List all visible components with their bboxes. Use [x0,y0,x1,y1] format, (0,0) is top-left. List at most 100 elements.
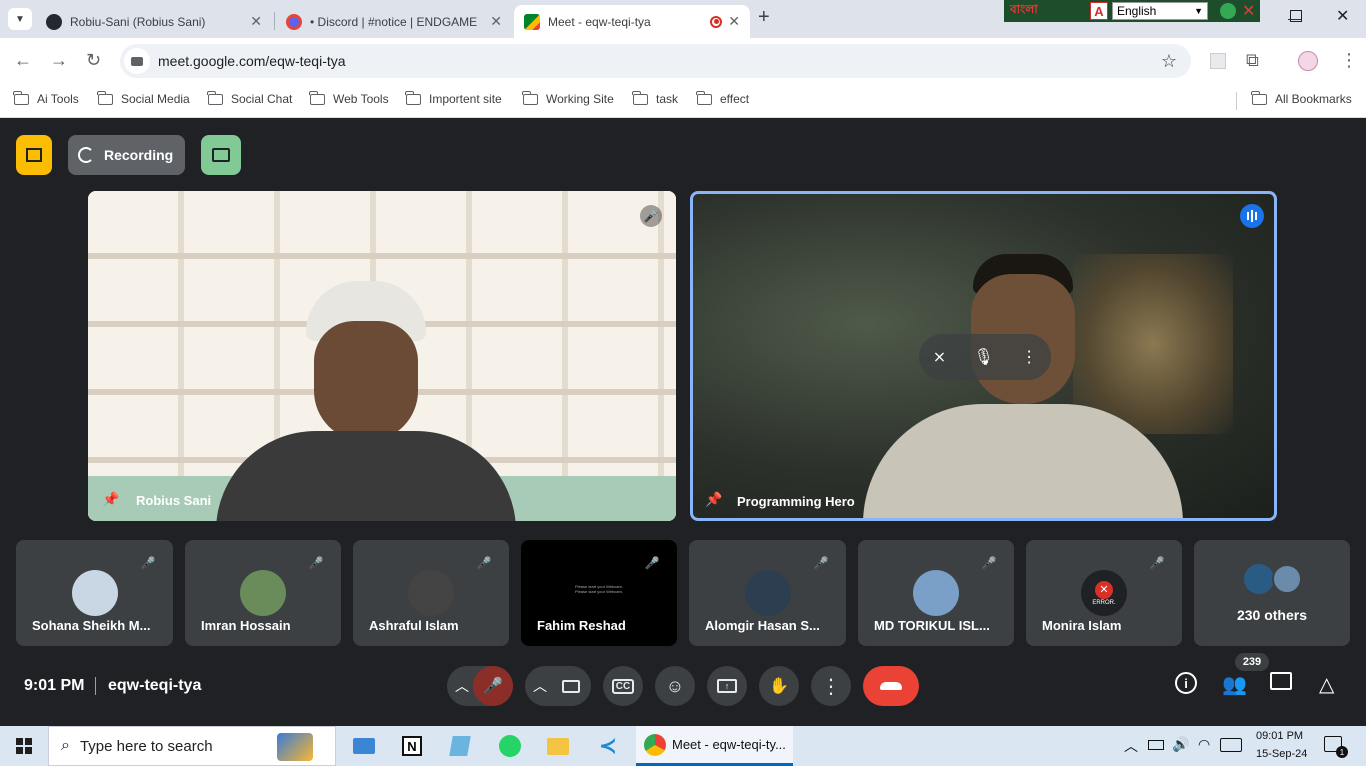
companion-badge[interactable] [201,135,241,175]
captions-button[interactable]: CC [603,666,643,706]
taskbar-app-notes[interactable] [440,726,480,766]
participant-tile[interactable]: 🎤 Sohana Sheikh M... [16,540,173,646]
others-label: 230 others [1236,607,1308,623]
avatar [240,570,286,616]
bangla-label: বাংলা [1010,2,1038,16]
wifi-icon[interactable]: ◠ [1198,736,1210,753]
taskbar-app-explorer-preview[interactable] [344,726,384,766]
raise-hand-button[interactable]: ✋ [759,666,799,706]
new-tab-button[interactable]: + [758,6,770,29]
close-icon[interactable]: ✕ [250,13,262,30]
puzzle-icon[interactable]: ⧉ [1246,51,1259,69]
video-tile-programming-hero[interactable]: ⨯ 🎙 ⋮ 📌 Programming Hero [690,191,1277,521]
site-info-icon[interactable] [124,48,150,74]
video-tile-robius[interactable]: 🎤 📌 Robius Sani [88,191,676,521]
bookmark-folder[interactable]: Web Tools [309,90,389,106]
windows-taskbar: ⌕ Type here to search N ≺ Meet - eqw-teq… [0,726,1366,766]
reactions-button[interactable]: ☺ [655,666,695,706]
bookmark-folder[interactable]: Social Chat [207,90,292,106]
keyboard-icon[interactable] [1220,738,1242,752]
folder-icon [547,737,569,755]
forward-icon[interactable]: → [50,51,68,69]
participant-name: Robius Sani [136,493,212,508]
taskbar-app-vscode[interactable]: ≺ [588,726,628,766]
mic-icon[interactable]: 🎙 [974,347,994,367]
tab-meet[interactable]: Meet - eqw-teqi-tya ✕ [514,5,750,38]
bookmark-folder[interactable]: Working Site [522,90,614,106]
participant-tile[interactable]: ✕ ERROR. 🎤 Monira Islam [1026,540,1182,646]
taskbar-app-file-explorer[interactable] [538,726,578,766]
meeting-details-info-icon[interactable]: i [1175,672,1197,694]
camera-icon [562,679,580,693]
reload-icon[interactable]: ↻ [86,51,101,69]
back-icon[interactable]: ← [14,51,32,69]
close-icon[interactable]: ✕ [728,13,740,30]
restore-icon[interactable] [1290,10,1302,22]
taskbar-app-whatsapp[interactable] [490,726,530,766]
pin-icon[interactable]: 📌 [102,491,119,508]
close-icon[interactable]: ✕ [490,13,502,30]
participant-tile[interactable]: 🎤 Imran Hossain [185,540,341,646]
more-vert-icon[interactable]: ⋮ [1340,51,1358,69]
tab-search-button[interactable]: ▼ [8,8,32,30]
recording-status[interactable]: Recording [68,135,185,175]
clock-date[interactable]: 15-Sep-24 [1256,748,1307,760]
participant-tile[interactable]: 🎤 MD TORIKUL ISL... [858,540,1014,646]
bookmark-folder[interactable]: Ai Tools [13,90,79,106]
mic-options-chevron-icon[interactable]: ︿ [455,676,469,696]
pin-off-icon[interactable]: ⨯ [933,347,946,367]
present-button[interactable]: ↑ [707,666,747,706]
pin-icon[interactable]: 📌 [705,491,722,508]
leave-call-button[interactable] [863,666,919,706]
more-options-button[interactable]: ⋮ [811,666,851,706]
address-bar[interactable]: meet.google.com/eqw-teqi-tya ☆ [120,44,1191,78]
download-icon[interactable] [1220,3,1236,19]
bookmark-folder[interactable]: task [632,90,679,106]
start-button[interactable] [0,726,48,766]
camera-toggle-button[interactable] [551,666,591,706]
camera-options-chevron-icon[interactable]: ︿ [533,676,547,696]
taskbar-search[interactable]: ⌕ Type here to search [48,726,336,766]
extension-grid-icon[interactable] [1210,53,1226,69]
mic-toggle-button[interactable]: 🎤 [473,666,513,706]
participant-tile[interactable]: 🎤 Ashraful Islam [353,540,509,646]
others-tile[interactable]: 230 others [1194,540,1350,646]
show-hidden-icons[interactable]: ︿ [1124,736,1138,756]
close-window-icon[interactable]: ✕ [1336,9,1349,25]
participant-tile[interactable]: Please start your Webcam. Please start y… [521,540,677,646]
emoji-icon: ☺ [665,675,685,696]
captions-icon: CC [611,678,635,694]
tab-discord[interactable]: • Discord | #notice | ENDGAME ✕ [276,5,512,38]
language-select-value: English [1117,4,1157,18]
spinner-icon [78,147,94,163]
battery-icon [1148,740,1164,750]
mic-off-icon: 🎤 [640,205,662,227]
bookmark-label: Working Site [546,92,614,106]
chat-icon[interactable] [1270,672,1292,690]
more-vert-icon[interactable]: ⋮ [1021,347,1037,367]
participant-name: MD TORIKUL ISL... [874,618,990,633]
volume-icon[interactable]: 🔊 [1172,736,1189,753]
tab-github[interactable]: Robiu-Sani (Robius Sani) ✕ [36,5,272,38]
all-bookmarks[interactable]: All Bookmarks [1251,90,1352,106]
participant-tile[interactable]: 🎤 Alomgir Hasan S... [689,540,846,646]
bookmark-folder[interactable]: Social Media [97,90,190,106]
taskbar-app-chrome-meet[interactable]: Meet - eqw-teqi-ty... [636,726,793,766]
bookmark-folder[interactable]: effect [696,90,749,106]
notification-count: 1 [1336,746,1348,758]
activities-icon[interactable]: △ [1319,672,1334,697]
recording-badge[interactable] [16,135,52,175]
bookmark-label: task [656,92,679,106]
people-icon[interactable]: 👥 [1222,672,1247,697]
bookmark-star-icon[interactable]: ☆ [1161,51,1177,72]
bookmark-folder[interactable]: Importent site [405,90,502,106]
taskbar-app-notion[interactable]: N [392,726,432,766]
present-screen-icon: ↑ [717,679,737,693]
clock-time[interactable]: 09:01 PM [1256,730,1303,742]
avatar [913,570,959,616]
profile-avatar[interactable] [1298,51,1318,71]
language-extension[interactable]: বাংলা A English ▼ ✕ [1004,0,1260,22]
close-icon[interactable]: ✕ [1242,1,1255,21]
folder-icon [1251,90,1267,105]
language-select[interactable]: English ▼ [1112,2,1208,20]
